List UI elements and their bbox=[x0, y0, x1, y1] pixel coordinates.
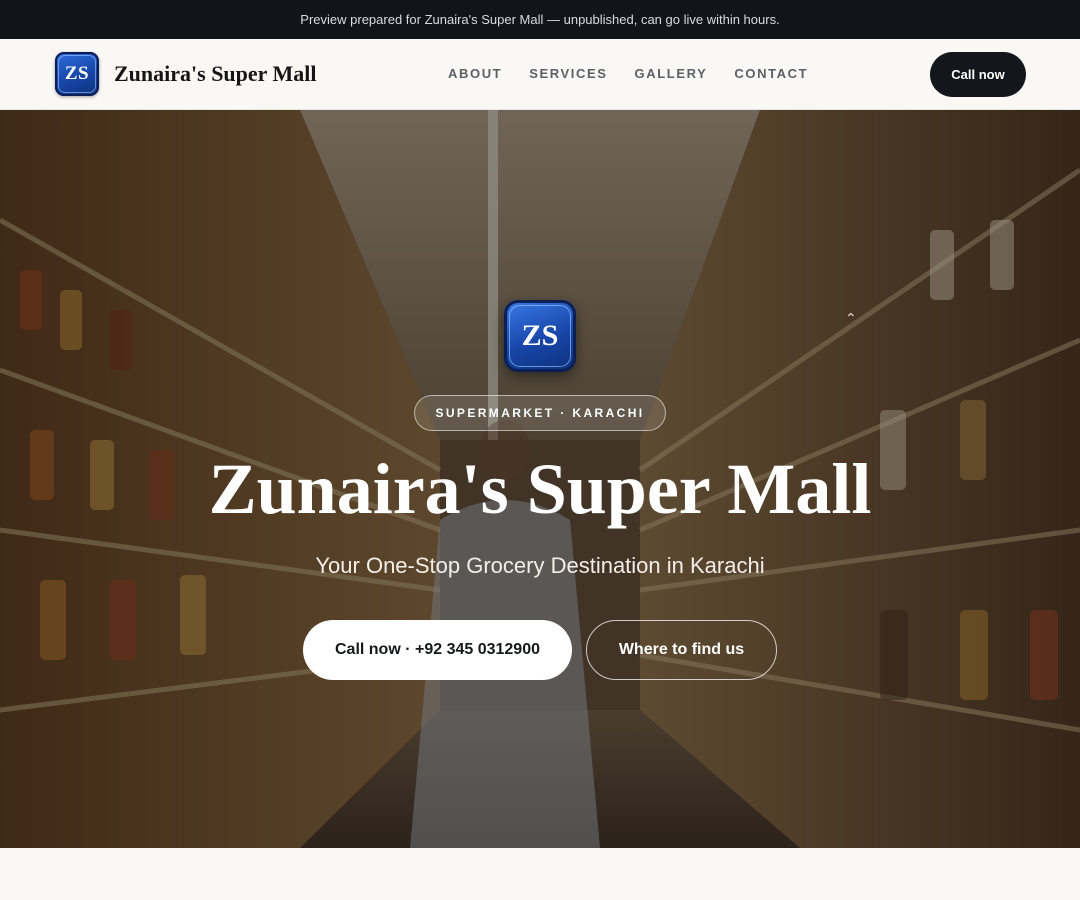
hero-section: ⌃ ZS SUPERMARKET · KARACHI Zunaira's Sup… bbox=[0, 110, 1080, 848]
preview-banner-text: Preview prepared for Zunaira's Super Mal… bbox=[300, 12, 780, 27]
nav-about[interactable]: ABOUT bbox=[448, 66, 502, 81]
nav-services[interactable]: SERVICES bbox=[529, 66, 607, 81]
logo-badge[interactable]: ZS bbox=[55, 52, 99, 96]
preview-banner: Preview prepared for Zunaira's Super Mal… bbox=[0, 0, 1080, 39]
hero-logo: ZS bbox=[504, 300, 576, 372]
nav-contact[interactable]: CONTACT bbox=[734, 66, 808, 81]
hero-title: Zunaira's Super Mall bbox=[208, 449, 872, 529]
header-call-now-button[interactable]: Call now bbox=[930, 52, 1026, 97]
hero-logo-initials: ZS bbox=[509, 305, 571, 367]
hero-call-button[interactable]: Call now · +92 345 0312900 bbox=[303, 620, 572, 680]
hero-category-chip: SUPERMARKET · KARACHI bbox=[414, 395, 666, 431]
main-nav: ABOUT SERVICES GALLERY CONTACT bbox=[448, 66, 808, 81]
chevron-up-icon: ⌃ bbox=[845, 310, 857, 326]
nav-gallery[interactable]: GALLERY bbox=[635, 66, 708, 81]
site-header: ZS Zunaira's Super Mall ABOUT SERVICES G… bbox=[0, 39, 1080, 110]
brand-name[interactable]: Zunaira's Super Mall bbox=[114, 61, 317, 87]
logo-initials: ZS bbox=[58, 55, 96, 93]
hero-subtitle: Your One-Stop Grocery Destination in Kar… bbox=[315, 553, 765, 578]
hero-location-button[interactable]: Where to find us bbox=[586, 620, 777, 680]
